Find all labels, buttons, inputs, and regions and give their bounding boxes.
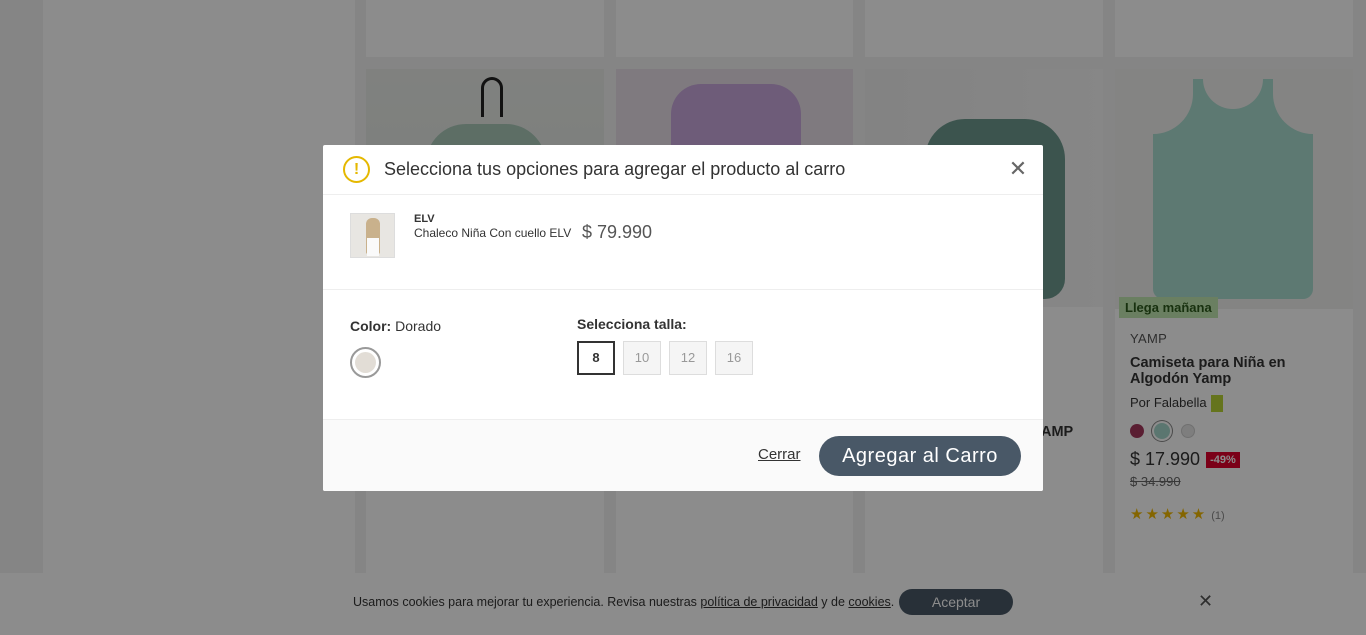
warning-icon: ! [343, 156, 370, 183]
close-icon[interactable]: ✕ [1007, 158, 1029, 180]
modal-header: ! Selecciona tus opciones para agregar e… [323, 145, 1043, 195]
product-name: Chaleco Niña Con cuello ELV [414, 226, 572, 240]
size-option-10[interactable]: 10 [623, 341, 661, 375]
size-option-8[interactable]: 8 [577, 341, 615, 375]
add-to-cart-button[interactable]: Agregar al Carro [819, 436, 1021, 476]
color-swatch-fill [355, 352, 376, 373]
modal-footer: Cerrar Agregar al Carro [323, 420, 1043, 491]
modal-title: Selecciona tus opciones para agregar el … [384, 159, 846, 179]
size-label: Selecciona talla: [577, 316, 687, 332]
product-price: $ 79.990 [582, 222, 653, 242]
size-option-12[interactable]: 12 [669, 341, 707, 375]
color-label: Color: Dorado [350, 318, 441, 334]
color-swatch-dorado[interactable] [350, 347, 381, 378]
product-thumbnail [350, 213, 395, 258]
add-to-cart-modal: ! Selecciona tus opciones para agregar e… [323, 145, 1043, 491]
close-link[interactable]: Cerrar [758, 446, 801, 463]
color-label-value: Dorado [395, 318, 442, 334]
product-options: Color: Dorado Selecciona talla: 8 10 12 … [323, 290, 1043, 420]
product-summary: ELV Chaleco Niña Con cuello ELV $ 79.990 [323, 195, 1043, 290]
size-option-16[interactable]: 16 [715, 341, 753, 375]
product-brand: ELV [414, 213, 435, 225]
color-label-key: Color: [350, 318, 392, 334]
